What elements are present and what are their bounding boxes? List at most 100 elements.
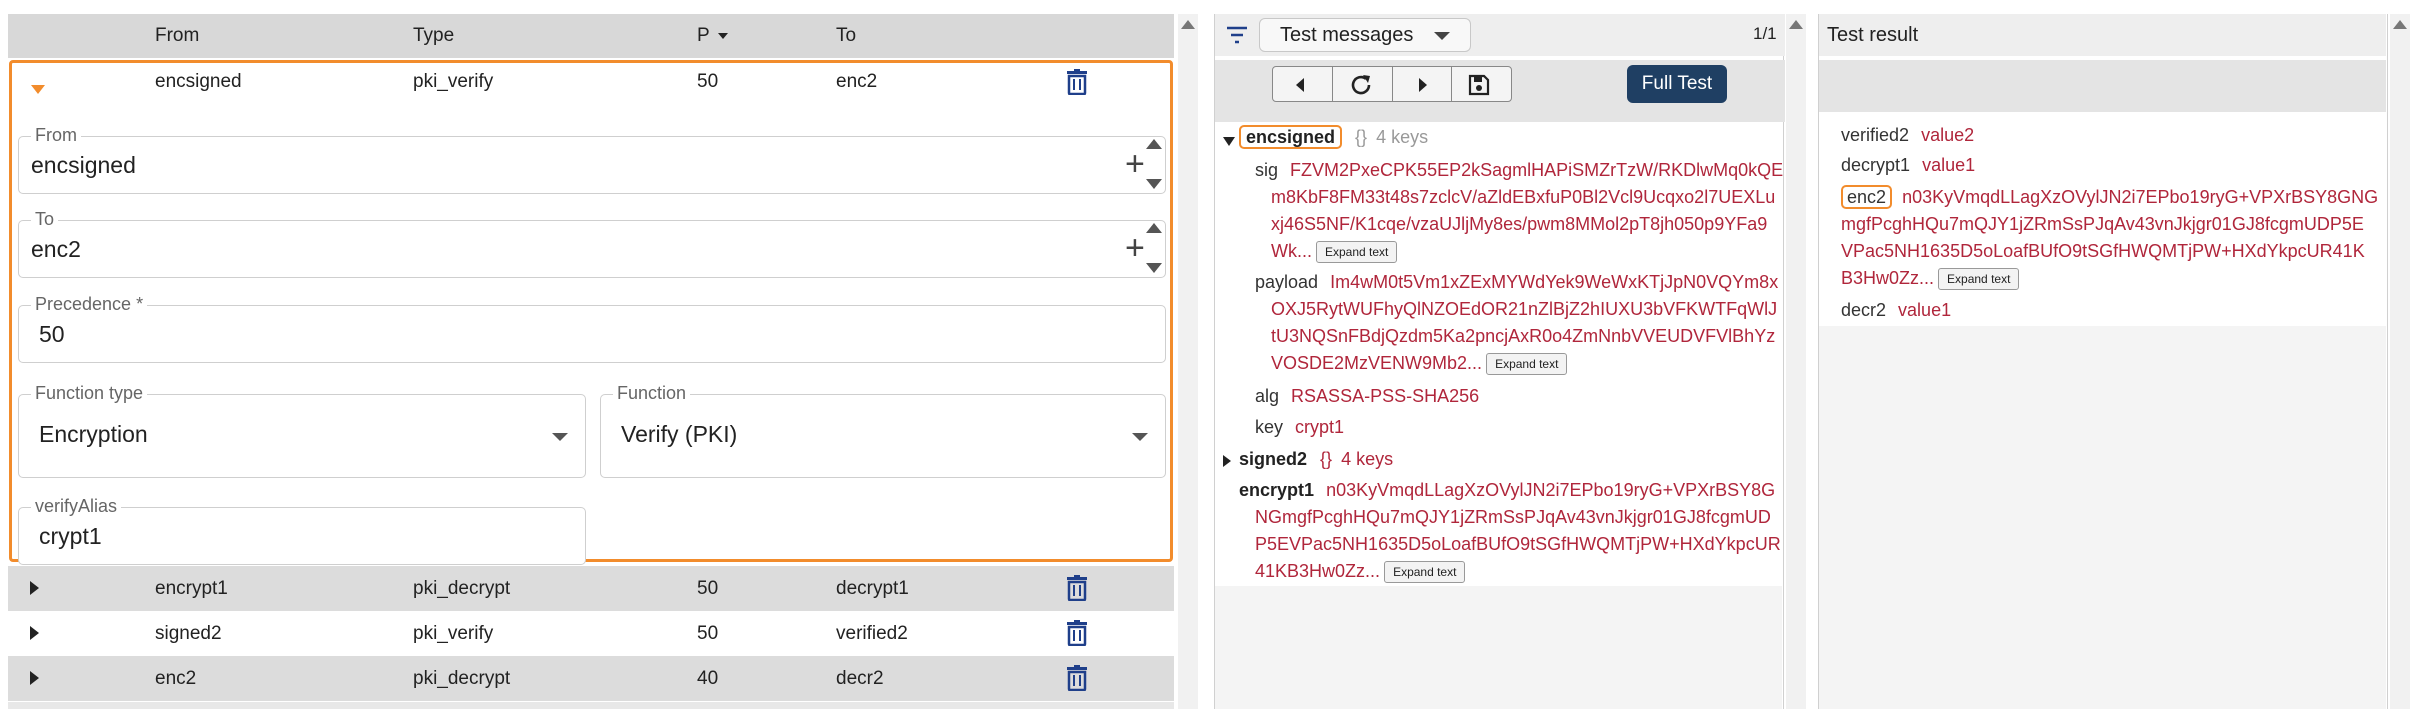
row-to: enc2 <box>836 71 878 92</box>
delete-icon[interactable] <box>1066 575 1088 601</box>
sort-desc-icon <box>717 32 728 39</box>
precedence-label: Precedence * <box>31 294 148 315</box>
node-count: 4 keys <box>1376 127 1429 147</box>
row-type: pki_decrypt <box>413 668 511 689</box>
save-button[interactable] <box>1452 67 1511 101</box>
table-row-expanded: encsigned pki_verify 50 enc2 From encsig… <box>9 60 1173 565</box>
precedence-field[interactable]: Precedence * 50 <box>18 294 1166 363</box>
encrypt1-line: NGmgfPcghHQu7mQJY1jZRmSsPJqAv43vnJkjgr01… <box>1255 507 1771 527</box>
expand-caret-icon[interactable] <box>30 626 39 640</box>
add-icon[interactable]: + <box>1125 231 1145 265</box>
add-icon[interactable]: + <box>1125 147 1145 181</box>
table-row[interactable]: enc2 pki_decrypt 40 decr2 <box>8 656 1174 701</box>
rules-table: From Type P To encsigned pki_verify 50 e… <box>8 14 1174 709</box>
chevron-left-icon <box>1296 78 1304 92</box>
tree-empty-area <box>1215 586 1782 709</box>
expand-text-button[interactable]: Expand text <box>1384 561 1466 584</box>
precedence-value: 50 <box>39 321 65 347</box>
header-type[interactable]: Type <box>413 25 454 47</box>
row-type: pki_verify <box>413 623 494 644</box>
result-verified2: verified2 value2 <box>1841 125 1975 145</box>
test-messages-select[interactable]: Test messages <box>1259 18 1471 52</box>
expand-caret-icon[interactable] <box>30 671 39 685</box>
filter-icon[interactable] <box>1226 25 1248 45</box>
scroll-up-icon[interactable] <box>1181 20 1195 29</box>
result-toolbar <box>1819 60 2386 112</box>
enc2-line: mgfPcghHQu7mQJY1jZRmSsPJqAv43vnJkjgr01GJ… <box>1841 214 2364 234</box>
enc2-line: B3Hw0Zz... Expand text <box>1841 265 2020 292</box>
scroll-down-icon[interactable] <box>1146 263 1162 273</box>
to-field[interactable]: To enc2 + <box>18 209 1166 278</box>
from-label: From <box>31 125 81 146</box>
result-decr2: decr2 value1 <box>1841 300 1952 320</box>
to-label: To <box>31 209 59 230</box>
full-test-button[interactable]: Full Test <box>1627 65 1727 103</box>
field-alg: alg RSASSA-PSS-SHA256 <box>1255 386 1480 406</box>
next-button[interactable] <box>1393 67 1453 101</box>
refresh-button[interactable] <box>1333 67 1393 101</box>
enc2-line: VPac5NH1635D5oLoafBUfO9tSGfHWQMTjPW+HXdY… <box>1841 241 2365 261</box>
row-to: decrypt1 <box>836 578 909 599</box>
delete-icon[interactable] <box>1066 69 1088 95</box>
header-to[interactable]: To <box>836 25 856 47</box>
row-to: decr2 <box>836 668 884 689</box>
verify-alias-field[interactable]: verifyAlias crypt1 <box>18 496 586 565</box>
expand-text-button[interactable]: Expand text <box>1486 353 1568 376</box>
function-value: Verify (PKI) <box>621 421 738 447</box>
chevron-down-icon <box>1132 433 1148 441</box>
payload-line: VOSDE2MzVENW9Mb2... Expand text <box>1271 350 1568 377</box>
scroll-up-icon[interactable] <box>1146 223 1162 233</box>
node-braces: {} <box>1355 127 1368 147</box>
payload-line: OXJ5RytWUFhyQlNZOEdOR21nZlBjZ2hIUXU3bVFK… <box>1271 299 1778 319</box>
header-precedence[interactable]: P <box>697 25 728 47</box>
expand-text-button[interactable]: Expand text <box>1938 268 2020 291</box>
row-from: encrypt1 <box>155 578 228 599</box>
scroll-up-icon[interactable] <box>1146 139 1162 149</box>
chevron-right-icon <box>1418 78 1427 92</box>
expand-text-button[interactable]: Expand text <box>1316 241 1398 264</box>
sig-line: xj46S5NF/K1cqe/vzaUJljMy8es/pwm8MMol2pT8… <box>1271 214 1768 234</box>
row-precedence: 40 <box>697 668 719 689</box>
delete-icon[interactable] <box>1066 620 1088 646</box>
encrypt1-line: 41KB3Hw0Zz... Expand text <box>1255 558 1466 585</box>
collapse-caret-icon[interactable] <box>1223 137 1235 146</box>
table-scrollbar[interactable] <box>1178 14 1198 709</box>
row-precedence: 50 <box>697 623 719 644</box>
tree-node-encsigned[interactable]: encsigned {} 4 keys <box>1239 124 1428 151</box>
table-row[interactable]: signed2 pki_verify 50 verified2 <box>8 611 1174 656</box>
result-empty-area <box>1819 326 2386 709</box>
messages-toolbar: Test messages 1/1 <box>1215 14 1785 56</box>
save-icon <box>1469 74 1490 96</box>
result-scrollbar[interactable] <box>2390 14 2410 709</box>
result-header: Test result <box>1819 14 2386 56</box>
function-select[interactable]: Function Verify (PKI) <box>600 383 1166 478</box>
tree-node-signed2[interactable]: signed2 {} 4 keys <box>1239 446 1393 473</box>
header-from[interactable]: From <box>155 25 199 47</box>
result-enc2: enc2 n03KyVmqdLLagXzOVylJN2i7EPbo19ryG+V… <box>1841 184 2378 211</box>
prev-button[interactable] <box>1273 67 1333 101</box>
scroll-up-icon[interactable] <box>2393 20 2407 29</box>
expand-caret-icon[interactable] <box>30 581 39 595</box>
expand-caret-icon[interactable] <box>1223 455 1231 467</box>
refresh-icon <box>1351 75 1371 95</box>
scroll-up-icon[interactable] <box>1789 20 1803 29</box>
field-payload: payload Im4wM0t5Vm1xZExMYWdYek9WeWxKTjJp… <box>1255 272 1779 292</box>
function-type-select[interactable]: Function type Encryption <box>18 383 586 478</box>
messages-scrollbar[interactable] <box>1786 14 1806 709</box>
row-type: pki_decrypt <box>413 578 511 599</box>
chevron-down-icon <box>552 433 568 441</box>
table-header: From Type P To <box>8 14 1174 58</box>
from-field[interactable]: From encsigned + <box>18 125 1166 194</box>
table-footer <box>8 702 1174 709</box>
scroll-down-icon[interactable] <box>1146 179 1162 189</box>
test-messages-panel: Test messages 1/1 Full Test encsigned {}… <box>1214 14 1785 709</box>
message-nav-buttons <box>1272 66 1512 102</box>
function-label: Function <box>613 383 691 404</box>
verify-alias-label: verifyAlias <box>31 496 122 517</box>
row-type: pki_verify <box>413 71 494 92</box>
delete-icon[interactable] <box>1066 665 1088 691</box>
row-from: enc2 <box>155 668 197 689</box>
collapse-caret-icon[interactable] <box>31 85 45 94</box>
sig-line: Wk... Expand text <box>1271 238 1398 265</box>
table-row[interactable]: encrypt1 pki_decrypt 50 decrypt1 <box>8 566 1174 611</box>
